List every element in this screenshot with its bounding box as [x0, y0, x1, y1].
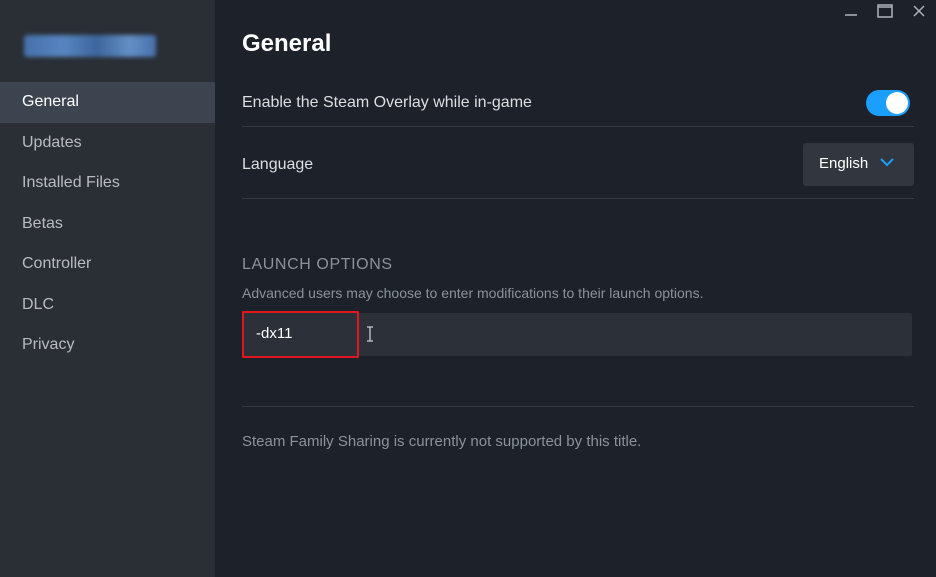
language-dropdown[interactable]: English [803, 143, 914, 186]
sidebar-item-installed-files[interactable]: Installed Files [0, 163, 215, 204]
language-selected-value: English [819, 155, 869, 172]
language-label: Language [242, 156, 314, 173]
sidebar: General Updates Installed Files Betas Co… [0, 0, 215, 577]
section-divider [242, 406, 914, 407]
text-cursor-icon [367, 326, 373, 342]
overlay-setting-label: Enable the Steam Overlay while in-game [242, 94, 532, 111]
sidebar-item-updates[interactable]: Updates [0, 123, 215, 164]
chevron-down-icon [880, 158, 894, 167]
toggle-knob [886, 92, 908, 114]
page-title: General [242, 30, 332, 57]
sidebar-item-controller[interactable]: Controller [0, 244, 215, 285]
game-title-blurred [24, 35, 156, 57]
sidebar-item-betas[interactable]: Betas [0, 204, 215, 245]
launch-options-description: Advanced users may choose to enter modif… [242, 285, 704, 301]
close-icon [913, 5, 925, 17]
highlight-box [242, 311, 359, 358]
overlay-toggle[interactable] [866, 90, 910, 116]
overlay-setting-row: Enable the Steam Overlay while in-game [242, 82, 914, 127]
settings-panel: General Enable the Steam Overlay while i… [242, 0, 914, 577]
sidebar-nav: General Updates Installed Files Betas Co… [0, 82, 215, 366]
launch-options-title: LAUNCH OPTIONS [242, 256, 393, 273]
language-setting-row: Language English [242, 127, 914, 199]
sidebar-item-general[interactable]: General [0, 82, 215, 123]
sidebar-item-dlc[interactable]: DLC [0, 285, 215, 326]
sidebar-item-privacy[interactable]: Privacy [0, 325, 215, 366]
family-sharing-note: Steam Family Sharing is currently not su… [242, 433, 642, 450]
